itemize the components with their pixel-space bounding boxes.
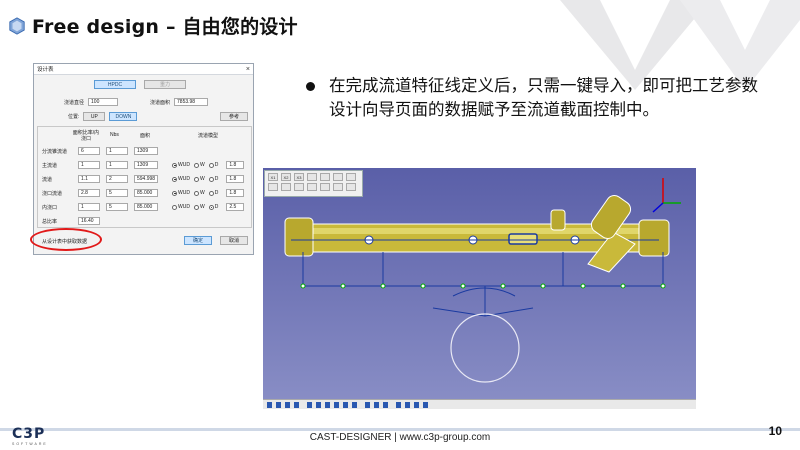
- axis-triad-icon: [652, 178, 681, 213]
- cad-bottom-toolbar: [263, 399, 696, 409]
- nbs-input[interactable]: 1: [106, 161, 128, 169]
- radio-wud[interactable]: WUD: [172, 204, 190, 210]
- area-input[interactable]: 85.000: [134, 203, 158, 211]
- model-value-input[interactable]: 2.5: [226, 203, 245, 211]
- table-row: 主流道 1 1 1309 WUD W D 1.8: [42, 161, 245, 169]
- x3-button[interactable]: X3: [294, 173, 304, 181]
- curve-icon[interactable]: [346, 173, 356, 181]
- dialog-title: 设计表: [37, 67, 54, 73]
- table-row: 内浇口 1 5 85.000 WUD W D 2.5: [42, 203, 245, 211]
- ratio-input[interactable]: 6: [78, 147, 100, 155]
- tool-icon[interactable]: [307, 183, 317, 191]
- total-ratio-value: 16.40: [78, 217, 100, 225]
- close-icon[interactable]: ×: [246, 66, 250, 73]
- design-table-dialog: 设计表 × HPDC 重力 浇道直径 100 浇道面积 7853.98 位置: …: [33, 63, 254, 255]
- ratio-input[interactable]: 1.1: [78, 175, 100, 183]
- footer-text: CAST-DESIGNER | www.c3p-group.com: [309, 432, 491, 443]
- section-circle: [450, 313, 520, 383]
- up-button[interactable]: UP: [83, 112, 106, 121]
- runner-area-input[interactable]: 7853.98: [174, 98, 209, 106]
- tool-icon[interactable]: [294, 183, 304, 191]
- total-ratio-row: 总比率 16.40: [42, 217, 100, 225]
- tool-icon[interactable]: [268, 183, 278, 191]
- radio-wud[interactable]: WUD: [172, 176, 190, 182]
- line-icon[interactable]: [320, 173, 330, 181]
- nbs-input[interactable]: 5: [106, 203, 128, 211]
- ok-button[interactable]: 确定: [184, 236, 212, 245]
- tab-hpdc[interactable]: HPDC: [94, 80, 136, 89]
- table-row: 流道 1.1 2 594.998 WUD W D 1.8: [42, 175, 245, 183]
- nbs-input[interactable]: 2: [106, 175, 128, 183]
- x2-button[interactable]: X2: [281, 173, 291, 181]
- tool-icon[interactable]: [346, 183, 356, 191]
- column-area: 面积: [140, 133, 151, 139]
- radio-wud[interactable]: WUD: [172, 190, 190, 196]
- ratio-input[interactable]: 1: [78, 203, 100, 211]
- ratio-input[interactable]: 2.8: [78, 189, 100, 197]
- runner-model-drawing: [284, 178, 681, 383]
- arc-icon[interactable]: [333, 173, 343, 181]
- ratio-input[interactable]: 1: [78, 161, 100, 169]
- column-runner-model: 流道模型: [198, 133, 219, 139]
- runner-diameter-input[interactable]: 100: [88, 98, 119, 106]
- radio-w[interactable]: W: [193, 162, 205, 168]
- radio-w[interactable]: W: [193, 204, 205, 210]
- column-ratio: 面积比率/内浇口: [72, 130, 100, 142]
- bullet-icon: [306, 82, 315, 91]
- cad-viewport[interactable]: X1 X2 X3: [263, 168, 696, 409]
- dialog-titlebar: 设计表 ×: [34, 64, 253, 75]
- model-value-input[interactable]: 1.8: [226, 189, 245, 197]
- table-row: 分流锥流道 6 1 1309: [42, 147, 158, 155]
- bullet-text: 在完成流道特征线定义后，只需一键导入，即可把工艺参数设计向导页面的数据赋予至流道…: [329, 76, 758, 119]
- radio-d[interactable]: D: [208, 162, 218, 168]
- area-input[interactable]: 1309: [134, 147, 158, 155]
- radio-w[interactable]: W: [193, 176, 205, 182]
- column-nbs: Nbs: [110, 132, 119, 138]
- runner-diameter-label: 浇道直径: [64, 99, 85, 106]
- radio-wud[interactable]: WUD: [172, 162, 190, 168]
- nbs-input[interactable]: 5: [106, 189, 128, 197]
- slide-header: Free design – 自由您的设计: [8, 12, 298, 39]
- cancel-button[interactable]: 取消: [220, 236, 248, 245]
- hexagon-icon: [9, 16, 25, 35]
- down-button[interactable]: DOWN: [109, 112, 138, 121]
- footer-divider: [0, 428, 800, 431]
- radio-d[interactable]: D: [208, 204, 218, 210]
- select-icon[interactable]: [307, 173, 317, 181]
- x1-button[interactable]: X1: [268, 173, 278, 181]
- page-number: 10: [768, 424, 782, 438]
- table-row: 浇口流道 2.8 5 85.000 WUD W D 1.8: [42, 189, 245, 197]
- tab-gravity[interactable]: 重力: [144, 80, 186, 89]
- total-ratio-label: 总比率: [42, 218, 58, 225]
- runner-area-label: 浇道面积: [150, 99, 171, 106]
- area-input[interactable]: 1309: [134, 161, 158, 169]
- radio-d[interactable]: D: [208, 176, 218, 182]
- cad-toolbar: X1 X2 X3: [264, 170, 363, 197]
- highlight-ellipse: [30, 228, 102, 251]
- tool-icon[interactable]: [333, 183, 343, 191]
- slide-title: Free design – 自由您的设计: [32, 16, 298, 38]
- area-input[interactable]: 85.000: [134, 189, 158, 197]
- radio-d[interactable]: D: [208, 190, 218, 196]
- tool-icon[interactable]: [281, 183, 291, 191]
- tool-icon[interactable]: [320, 183, 330, 191]
- radio-w[interactable]: W: [193, 190, 205, 196]
- area-input[interactable]: 594.998: [134, 175, 158, 183]
- model-value-input[interactable]: 1.8: [226, 161, 245, 169]
- reference-button[interactable]: 参考: [220, 112, 248, 121]
- position-label: 位置:: [68, 114, 80, 120]
- bottom-tool-icons[interactable]: [263, 400, 463, 409]
- model-value-input[interactable]: 1.8: [226, 175, 245, 183]
- nbs-input[interactable]: 1: [106, 147, 128, 155]
